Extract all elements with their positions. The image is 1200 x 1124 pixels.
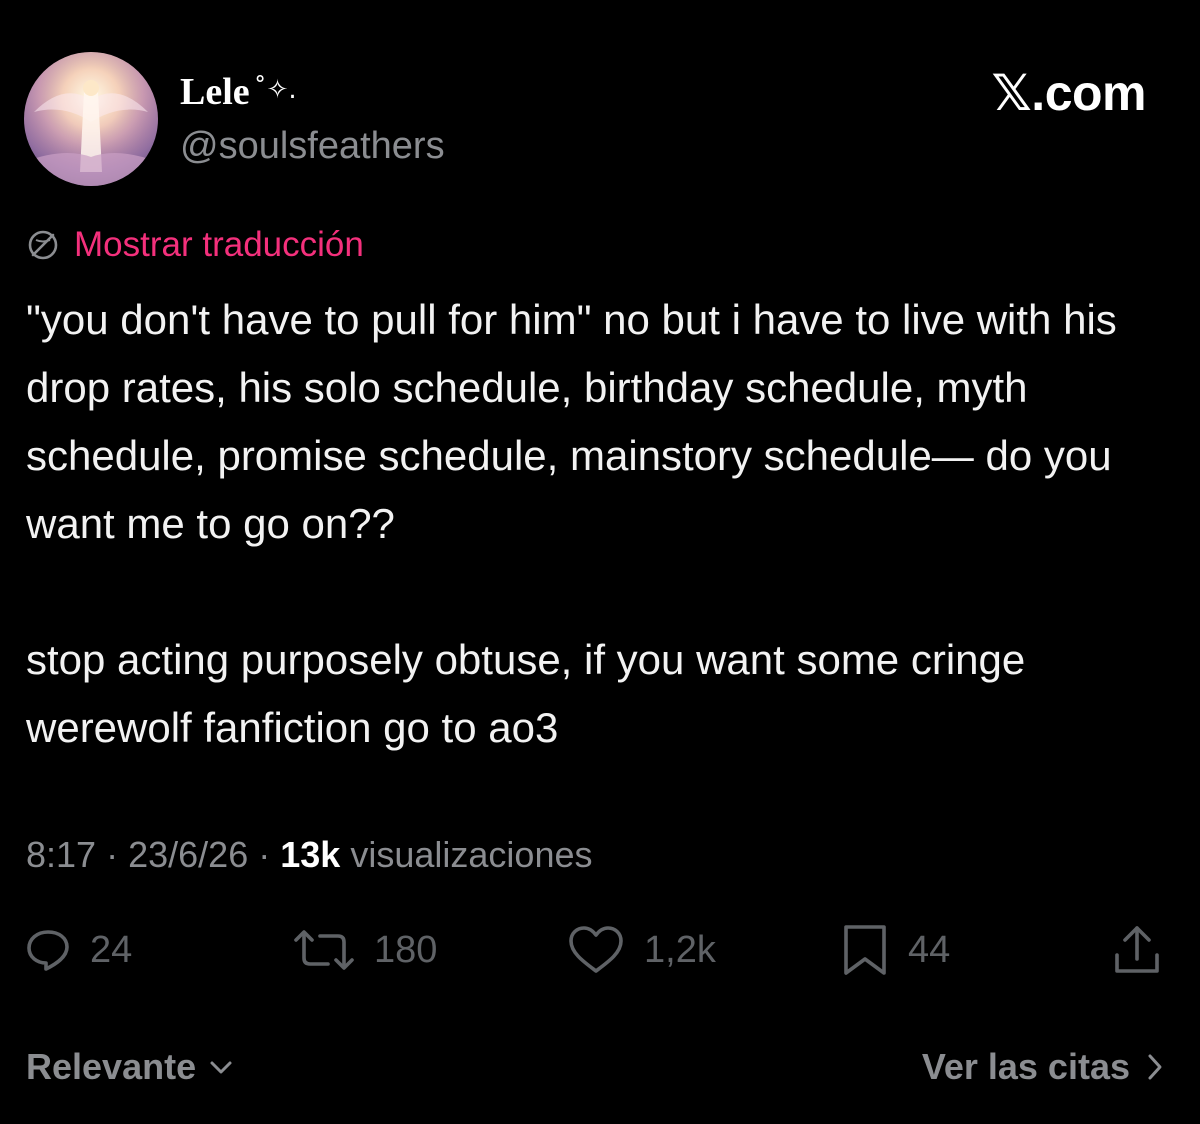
repost-icon <box>294 930 354 970</box>
author-name-text: Lele <box>180 71 250 113</box>
author-handle[interactable]: @soulsfeathers <box>180 125 445 168</box>
chevron-down-icon <box>210 1061 232 1074</box>
chevron-right-icon <box>1148 1054 1162 1080</box>
tweet-meta: 8:17 · 23/6/26 · 13k visualizaciones <box>26 834 592 876</box>
meta-separator: · <box>106 834 119 875</box>
bookmark-count: 44 <box>908 928 951 971</box>
view-quotes-label: Ver las citas <box>921 1046 1130 1087</box>
tweet-text: "you don't have to pull for him" no but … <box>26 286 1176 762</box>
author-display-name[interactable]: Lele ˚✧. <box>180 70 297 114</box>
tweet-paragraph: stop acting purposely obtuse, if you wan… <box>26 636 1026 751</box>
reply-button[interactable]: 24 <box>24 922 132 978</box>
like-count: 1,2k <box>644 928 716 971</box>
repost-button[interactable]: 180 <box>292 922 437 978</box>
view-quotes-link[interactable]: Ver las citas <box>922 1046 1166 1088</box>
sort-dropdown[interactable]: Relevante <box>26 1046 236 1088</box>
author-name-emoji: ˚✧. <box>253 75 297 105</box>
bookmark-button[interactable]: 44 <box>840 922 950 978</box>
heart-icon <box>569 926 623 973</box>
share-icon <box>1115 926 1159 973</box>
reply-icon <box>27 930 69 971</box>
bookmark-icon <box>844 925 886 975</box>
tweet-time[interactable]: 8:17 <box>26 834 96 875</box>
like-button[interactable]: 1,2k <box>566 922 716 978</box>
tweet-date[interactable]: 23/6/26 <box>128 834 248 875</box>
globe-translate-icon <box>28 230 58 260</box>
brand-logo: 𝕏.com <box>991 65 1147 121</box>
views-count: 13k <box>280 834 341 875</box>
avatar-illustration <box>24 52 158 186</box>
sort-label: Relevante <box>26 1046 197 1087</box>
meta-separator: · <box>258 834 271 875</box>
repost-count: 180 <box>374 928 438 971</box>
reply-count: 24 <box>90 928 133 971</box>
avatar[interactable] <box>24 52 158 186</box>
tweet-paragraph: "you don't have to pull for him" no but … <box>26 296 1117 547</box>
show-translation-button[interactable]: Mostrar traducción <box>26 225 364 265</box>
views-label: visualizaciones <box>350 834 593 875</box>
share-button[interactable] <box>1110 922 1164 978</box>
show-translation-label: Mostrar traducción <box>74 225 364 264</box>
